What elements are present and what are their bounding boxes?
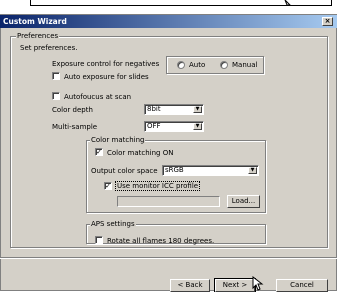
title-bar: Custom Wizard	[0, 15, 337, 28]
chevron-down-icon[interactable]: ▼	[193, 123, 202, 130]
load-button[interactable]: Load...	[227, 195, 260, 208]
radio-manual[interactable]	[220, 61, 228, 69]
autofocus-label: Autofoucus at scan	[64, 93, 132, 101]
color-depth-label: Color depth	[52, 106, 93, 114]
multi-sample-label: Multi-sample	[52, 123, 98, 131]
color-matching-group-label: Color matching	[90, 136, 146, 144]
set-preferences-label: Set preferences.	[20, 44, 78, 52]
output-color-space-select[interactable]: sRGB ▼	[162, 165, 259, 176]
auto-exposure-slides-label: Auto exposure for slides	[64, 73, 149, 81]
output-color-space-value: sRGB	[165, 166, 184, 174]
multi-sample-select[interactable]: OFF ▼	[144, 121, 204, 132]
autofocus-checkbox[interactable]	[52, 92, 60, 100]
mouse-pointer-icon	[252, 276, 264, 291]
color-matching-on-label: Color matching ON	[107, 149, 174, 157]
monitor-icc-label: Use monitor ICC profile	[114, 181, 201, 191]
radio-auto-label: Auto	[189, 61, 206, 69]
rotate-frames-checkbox[interactable]	[95, 236, 103, 244]
radio-auto[interactable]	[177, 61, 185, 69]
color-matching-on-checkbox[interactable]: ✓	[95, 148, 103, 156]
output-color-space-label: Output color space	[91, 167, 158, 175]
close-button[interactable]: ×	[322, 17, 333, 26]
monitor-icc-checkbox[interactable]: ✓	[104, 182, 112, 190]
aps-settings-group-label: APS settings	[90, 220, 136, 228]
exposure-control-label: Exposure control for negatives	[52, 60, 160, 68]
footer-separator	[0, 257, 337, 259]
preferences-group-label: Preferences	[16, 32, 60, 40]
window-title: Custom Wizard	[3, 17, 67, 26]
mouse-pointer-top-icon	[284, 0, 292, 6]
color-depth-select[interactable]: 8bit ▼	[144, 104, 204, 115]
multi-sample-value: OFF	[147, 122, 161, 130]
back-button[interactable]: < Back	[170, 279, 210, 292]
cancel-button[interactable]: Cancel	[276, 279, 328, 292]
icc-profile-path-field[interactable]	[117, 196, 220, 207]
chevron-down-icon[interactable]: ▼	[193, 106, 202, 113]
color-depth-value: 8bit	[147, 105, 161, 113]
radio-manual-label: Manual	[232, 61, 258, 69]
chevron-down-icon[interactable]: ▼	[248, 167, 257, 174]
auto-exposure-slides-checkbox[interactable]	[52, 72, 60, 80]
next-button[interactable]: Next >	[214, 278, 256, 292]
rotate-frames-label: Rotate all flames 180 degrees.	[107, 237, 215, 245]
